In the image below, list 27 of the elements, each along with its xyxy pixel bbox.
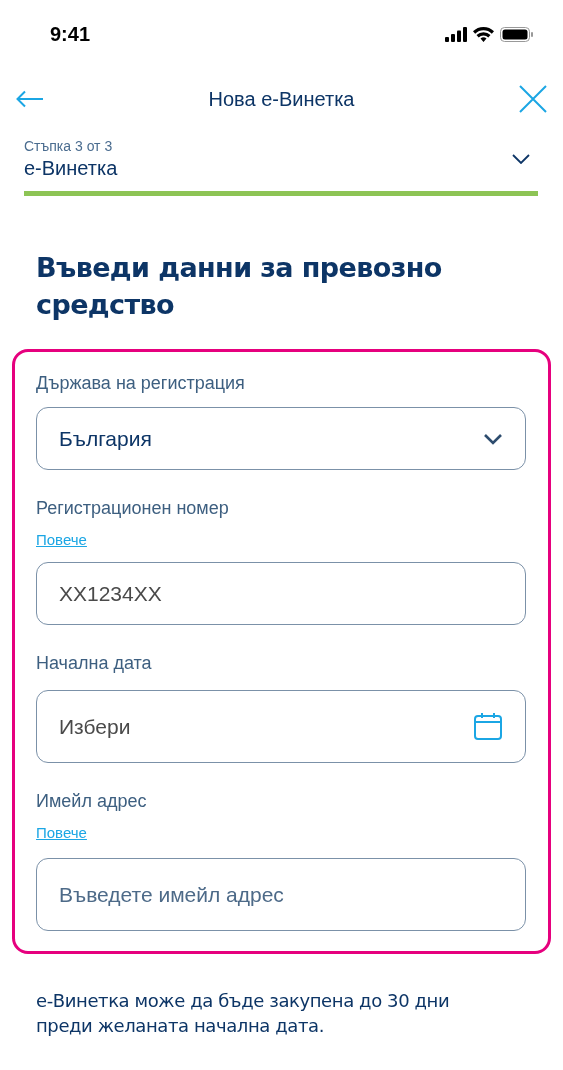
email-field[interactable]: Въведете имейл адрес (36, 858, 526, 932)
input-field[interactable]: XX1234XX (36, 562, 526, 626)
wifi-icon (473, 26, 494, 42)
signal-icon (445, 26, 467, 42)
calendar-icon (474, 713, 502, 741)
field-label: Имейл адрес (36, 790, 148, 813)
step-name: е-Винетка (24, 157, 118, 180)
date-field[interactable]: Избери (36, 690, 526, 764)
screen-title: Нова е-Винетка (208, 87, 355, 111)
chevron-icon (483, 432, 503, 445)
step-counter: Стъпка 3 от 3 (24, 138, 114, 154)
more-link[interactable]: Повече (36, 824, 87, 842)
clock-time: 9:41 (50, 22, 91, 46)
field-label: Държава на регистрация (36, 372, 246, 395)
back-arrow-icon (16, 90, 44, 108)
info-note: е-Винетка може да бъде закупена до 30 дни преди желаната начална дата. (36, 989, 451, 1039)
country-select[interactable]: България (36, 407, 526, 471)
more-link[interactable]: Повече (36, 531, 87, 549)
close-icon (519, 85, 547, 113)
close-button[interactable] (519, 85, 547, 113)
step-expand-button[interactable] (512, 154, 530, 164)
field-label: Регистрационен номер (36, 497, 230, 520)
back-button[interactable] (16, 90, 44, 108)
field-label: Начална дата (36, 652, 153, 675)
battery-icon (500, 26, 533, 42)
chevron-icon (512, 154, 530, 164)
form-heading: Въведи данни за превозно средство (36, 251, 443, 322)
